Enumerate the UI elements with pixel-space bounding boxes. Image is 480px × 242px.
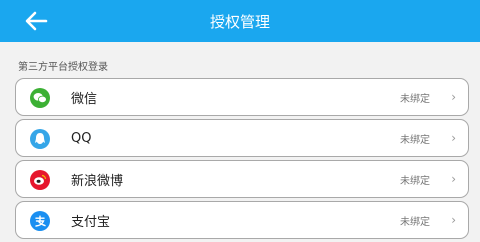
binding-status: 未绑定 [400, 216, 430, 228]
platform-row-weibo[interactable]: 新浪微博 未绑定 › [15, 160, 469, 198]
app-bar: 授权管理 [0, 0, 480, 42]
chevron-right-icon: › [451, 213, 456, 227]
wechat-icon [30, 88, 50, 108]
platform-list: 微信 未绑定 › QQ 未绑定 › 新浪微博 未绑定 › 支付宝 未绑定 › [15, 78, 469, 242]
chevron-right-icon: › [451, 172, 456, 186]
platform-name: QQ [71, 130, 92, 146]
page-title: 授权管理 [209, 12, 270, 31]
chevron-right-icon: › [451, 90, 456, 104]
alipay-icon [30, 211, 50, 231]
platform-row-qq[interactable]: QQ 未绑定 › [15, 119, 469, 157]
platform-name: 新浪微博 [71, 173, 124, 189]
binding-status: 未绑定 [400, 134, 430, 146]
qq-icon [30, 129, 50, 149]
section-label: 第三方平台授权登录 [18, 62, 108, 73]
chevron-right-icon: › [451, 131, 456, 145]
binding-status: 未绑定 [400, 175, 430, 187]
weibo-icon [30, 170, 50, 190]
platform-row-alipay[interactable]: 支付宝 未绑定 › [15, 201, 469, 239]
platform-name: 支付宝 [71, 214, 111, 230]
platform-row-wechat[interactable]: 微信 未绑定 › [15, 78, 469, 116]
binding-status: 未绑定 [400, 93, 430, 105]
platform-name: 微信 [71, 91, 98, 107]
